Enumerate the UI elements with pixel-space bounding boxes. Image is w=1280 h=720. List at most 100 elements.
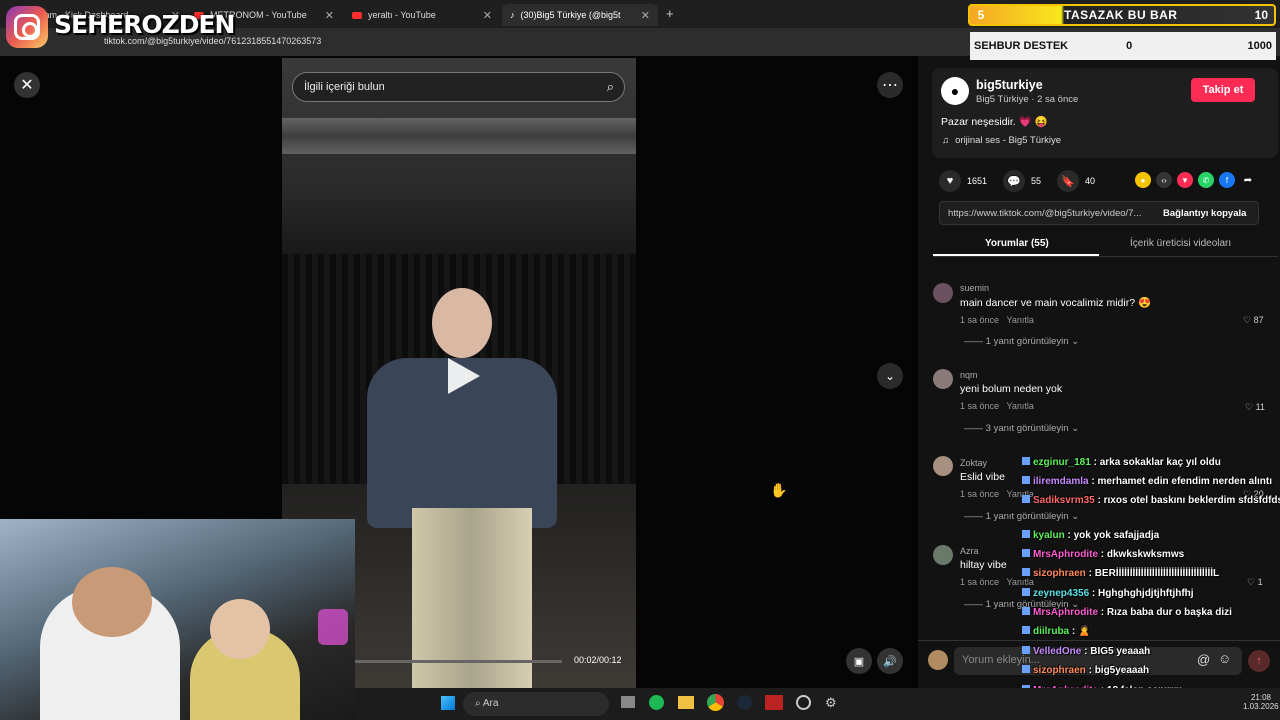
volume-icon[interactable]: 🔊 (877, 648, 903, 674)
comment-time: 1 sa önce (960, 577, 1000, 587)
more-options-icon[interactable]: ⋯ (877, 72, 903, 98)
picture-in-picture-icon[interactable]: ▣ (846, 648, 872, 674)
streamer-brand-name: SEHEROZDEN (54, 10, 235, 39)
emoji-icon[interactable]: ☺ (1218, 651, 1231, 666)
comment-item: suemin main dancer ve main vocalimiz mid… (960, 283, 1151, 325)
chat-badge-icon (1022, 495, 1030, 503)
chat-badge-icon (1022, 530, 1030, 538)
copy-link-button[interactable]: Bağlantıyı kopyala (1163, 208, 1246, 219)
comment-likes[interactable]: ♡ 11 (1245, 402, 1265, 413)
close-tab-icon[interactable]: ✕ (483, 9, 492, 22)
comment-icon[interactable]: 💬 (1003, 170, 1026, 192)
heart-icon[interactable]: ♥ (939, 170, 961, 192)
chat-username: kyalun (1033, 530, 1065, 541)
comments-count: 55 (1031, 176, 1042, 186)
avatar[interactable] (933, 283, 953, 303)
tab-creator-videos[interactable]: İçerik üreticisi videoları (1130, 238, 1231, 249)
comment-likes[interactable]: ♡ 87 (1243, 315, 1264, 326)
chat-text: BIG5 yeaaah (1090, 646, 1151, 657)
link-text[interactable]: https://www.tiktok.com/@big5turkiye/vide… (948, 208, 1141, 219)
sound-link[interactable]: ♫ orijinal ses - Big5 Türkiye (942, 135, 1061, 146)
spotify-icon[interactable] (649, 695, 664, 710)
avatar[interactable] (933, 545, 953, 565)
chat-username: VelledOne (1033, 646, 1082, 657)
chat-message: MrsAphrodite : Rıza baba dur o başka diz… (1022, 607, 1232, 618)
divider (918, 640, 1280, 641)
music-note-icon: ♫ (942, 135, 950, 146)
chat-message: VelledOne : BIG5 yeaaah (1022, 646, 1150, 657)
likes-count: 1651 (967, 176, 988, 186)
view-replies-button[interactable]: —— 1 yanıt görüntüleyin ⌄ (964, 511, 1079, 522)
destek-label: SEHBUR DESTEK (974, 40, 1069, 52)
ceiling-pipe (282, 118, 636, 154)
whatsapp-icon[interactable]: ✆ (1198, 172, 1214, 188)
chat-badge-icon (1022, 665, 1030, 673)
play-icon[interactable] (442, 356, 482, 396)
windows-start-icon[interactable] (441, 696, 455, 710)
chat-text: arka sokaklar kaç yıl oldu (1099, 457, 1221, 468)
view-replies-button[interactable]: —— 3 yanıt görüntüleyin ⌄ (964, 423, 1079, 434)
reply-button[interactable]: Yanıtla (1007, 315, 1034, 325)
chat-message: diilruba : 🙎 (1022, 626, 1090, 637)
voicemeeter-icon[interactable] (765, 695, 783, 710)
search-input[interactable]: İlgili içeriği bulun ⌕ (292, 72, 625, 102)
reply-button[interactable]: Yanıtla (1007, 401, 1034, 411)
comment-user[interactable]: nqm (960, 370, 1062, 380)
chat-text: merhamet edin efendim nerden alıntı (1097, 476, 1272, 487)
new-tab-button[interactable]: + (666, 6, 674, 21)
settings-gear-icon[interactable]: ⚙ (825, 695, 840, 710)
send-comment-button[interactable]: ↑ (1248, 650, 1270, 672)
task-view-icon[interactable] (621, 696, 635, 708)
youtube-icon (352, 11, 362, 19)
chevron-down-icon[interactable]: ⌄ (877, 363, 903, 389)
coin-icon[interactable]: ● (1135, 172, 1151, 188)
chat-text: Hghghghjdjtjhftjhfhj (1098, 588, 1194, 599)
share-row: ● ‹› ▼ ✆ f ➦ (1135, 172, 1256, 188)
chat-message: iliremdamla : merhamet edin efendim nerd… (1022, 476, 1272, 487)
comment-user[interactable]: suemin (960, 283, 1151, 293)
clock-time: 21:08 (1250, 693, 1271, 702)
file-explorer-icon[interactable] (678, 696, 694, 709)
post-subtitle: Big5 Türkiye · 2 sa önce (976, 94, 1079, 105)
send-icon[interactable]: ▼ (1177, 172, 1193, 188)
goal-bar-widget: 5 TASAZAK BU BAR 10 (968, 4, 1276, 26)
view-replies-label: 1 yanıt görüntüleyin (985, 511, 1069, 522)
close-tab-icon[interactable]: ✕ (325, 9, 334, 22)
close-icon[interactable]: ✕ (14, 72, 40, 98)
taskbar-search-label: Ara (482, 698, 499, 709)
comment-meta: 1 sa önce Yanıtla (960, 401, 1062, 411)
facebook-icon[interactable]: f (1219, 172, 1235, 188)
cursor-icon: ✋ (770, 482, 788, 498)
follow-button[interactable]: Takip et (1191, 78, 1255, 102)
taskbar-search[interactable]: ⌕ Ara (463, 692, 609, 716)
avatar[interactable] (933, 456, 953, 476)
tab-tiktok-big5[interactable]: ♪ (30)Big5 Türkiye (@big5t ✕ (502, 4, 658, 26)
tab-label: (30)Big5 Türkiye (@big5t (520, 10, 621, 20)
comment-likes[interactable]: ♡ 1 (1247, 577, 1263, 588)
tab-comments[interactable]: Yorumlar (55) (985, 238, 1049, 249)
bookmark-icon[interactable]: 🔖 (1057, 170, 1080, 192)
chat-text: BERİİİİİİİİİİİİİİİİİİİİİİİİİİİİİİİİİİİL (1094, 568, 1220, 579)
chrome-icon[interactable] (707, 694, 724, 711)
link-box: https://www.tiktok.com/@big5turkiye/vide… (939, 201, 1259, 225)
steam-icon[interactable] (737, 695, 752, 710)
chat-badge-icon (1022, 549, 1030, 557)
close-tab-icon[interactable]: ✕ (641, 9, 650, 22)
post-username[interactable]: big5turkiye (976, 78, 1043, 92)
mention-icon[interactable]: @ (1197, 652, 1210, 667)
search-icon[interactable]: ⌕ (607, 79, 614, 95)
post-caption: Pazar neşesidir. 💗 😝 (941, 116, 1048, 128)
view-replies-button[interactable]: —— 1 yanıt görüntüleyin ⌄ (964, 336, 1079, 347)
comment-text: main dancer ve main vocalimiz midir? 😍 (960, 297, 1152, 309)
clock[interactable]: 21:08 1.03.2026 (1243, 693, 1279, 711)
comment-text: yeni bolum neden yok (960, 383, 1063, 395)
avatar[interactable]: ● (941, 77, 969, 105)
obs-icon[interactable] (796, 695, 811, 710)
embed-icon[interactable]: ‹› (1156, 172, 1172, 188)
avatar (928, 650, 948, 670)
chat-badge-icon (1022, 646, 1030, 654)
comment-time: 1 sa önce (960, 401, 1000, 411)
share-arrow-icon[interactable]: ➦ (1240, 172, 1256, 188)
avatar[interactable] (933, 369, 953, 389)
tab-yeralti[interactable]: yeraltı - YouTube ✕ (344, 4, 500, 26)
